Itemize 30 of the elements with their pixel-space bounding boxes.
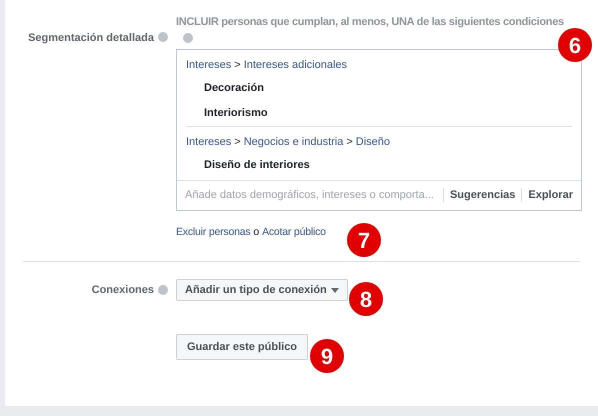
narrow-audience-link[interactable]: Acotar público bbox=[262, 224, 326, 240]
save-audience-button[interactable]: Guardar este público bbox=[176, 334, 308, 360]
caret-icon bbox=[330, 288, 339, 293]
connection-dropdown[interactable]: Añadir un tipo de conexión bbox=[176, 279, 348, 302]
interest-item: Interiorismo bbox=[204, 106, 268, 121]
step-badge: 8 bbox=[349, 282, 383, 316]
path-separator: > bbox=[234, 58, 241, 74]
info-icon[interactable] bbox=[158, 285, 168, 296]
category-link[interactable]: Intereses bbox=[186, 134, 232, 151]
include-text: INCLUIR personas que cumplan, al menos, UNA de las siguientes condiciones bbox=[176, 15, 564, 30]
field-label: Segmentación detallada bbox=[28, 31, 154, 46]
info-icon[interactable] bbox=[158, 32, 168, 42]
interest-item: Decoración bbox=[204, 80, 264, 96]
action-link[interactable]: Explorar bbox=[528, 186, 573, 204]
step-badge: 9 bbox=[310, 339, 344, 373]
exclude-link[interactable]: Excluir personas bbox=[176, 224, 250, 240]
info-icon[interactable] bbox=[183, 32, 193, 42]
category-link[interactable]: Diseño bbox=[356, 134, 390, 151]
path-separator: > bbox=[234, 135, 241, 150]
category-link[interactable]: Intereses bbox=[186, 57, 232, 74]
path-separator: > bbox=[346, 135, 353, 150]
field-label: Conexiones bbox=[92, 283, 154, 298]
search-field[interactable]: Añade datos demográficos, intereses o comporta... bbox=[185, 186, 437, 204]
step-badge: 6 bbox=[558, 28, 592, 62]
category-link[interactable]: Negocios e industria bbox=[244, 134, 344, 151]
category-link[interactable]: Intereses adicionales bbox=[244, 57, 348, 74]
interest-item: Diseño de interiores bbox=[204, 158, 310, 173]
step-badge: 7 bbox=[347, 223, 381, 257]
joiner-text: o bbox=[253, 224, 260, 240]
action-link[interactable]: Sugerencias bbox=[450, 186, 516, 204]
